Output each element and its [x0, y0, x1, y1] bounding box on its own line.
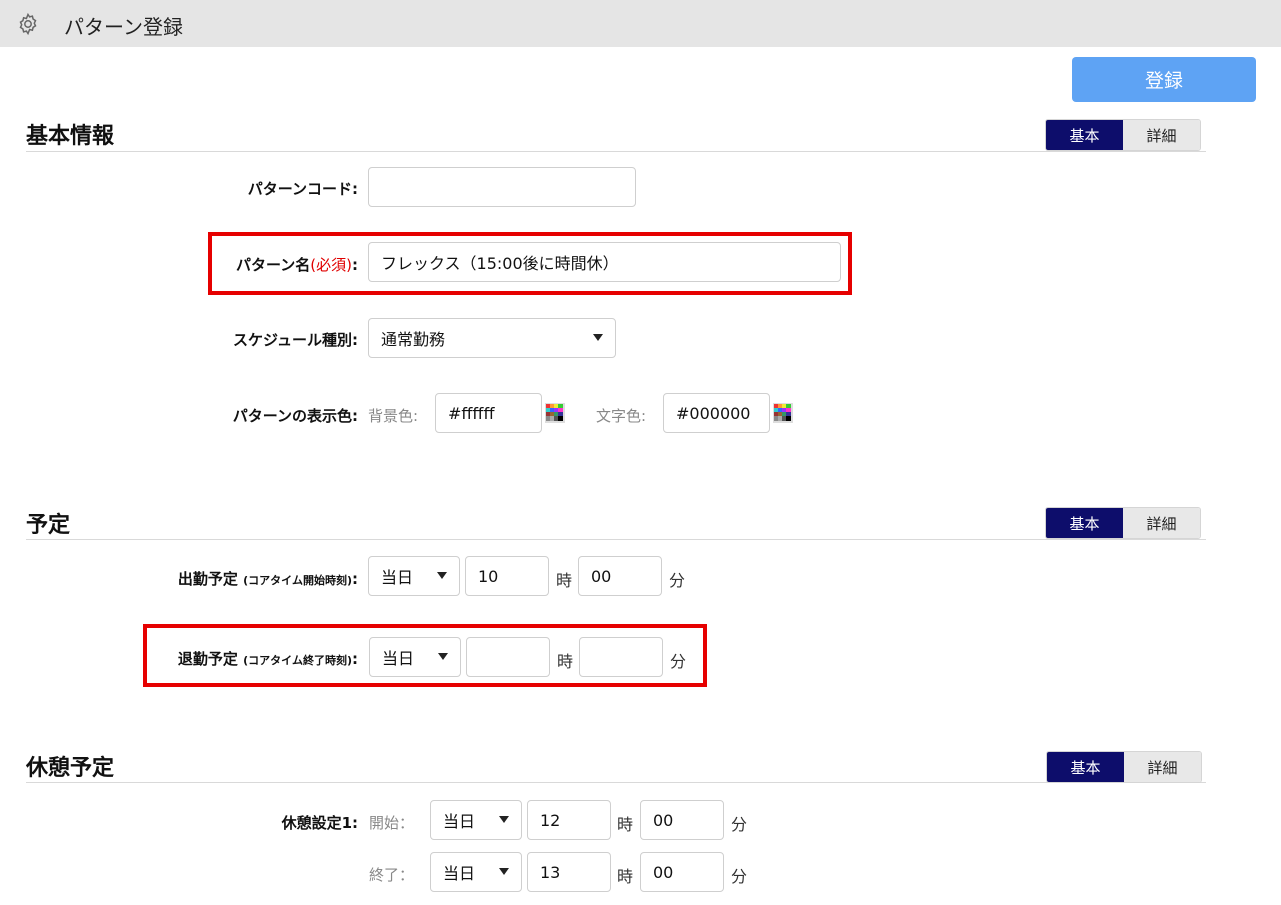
- pattern-code-label: パターンコード:: [247, 180, 358, 198]
- required-mark: (必須): [310, 256, 352, 274]
- clock-in-day-select[interactable]: 当日: [368, 556, 460, 596]
- toggle-detail[interactable]: 詳細: [1124, 752, 1201, 782]
- minute-unit: 分: [731, 867, 748, 886]
- color-palette-icon[interactable]: [545, 403, 565, 423]
- chevron-down-icon: [593, 334, 603, 341]
- break-end-day-select[interactable]: 当日: [430, 852, 522, 892]
- break-end-day-value: 当日: [443, 864, 476, 883]
- section-title-break-schedule: 休憩予定: [26, 756, 115, 781]
- chevron-down-icon: [437, 572, 447, 579]
- bg-color-label: 背景色:: [368, 407, 419, 425]
- minute-unit: 分: [670, 652, 687, 671]
- page-title: パターン登録: [64, 15, 183, 39]
- clock-in-label: 出勤予定 (コアタイム開始時刻):: [178, 568, 358, 589]
- schedule-type-select[interactable]: 通常勤務: [368, 318, 616, 358]
- register-button[interactable]: 登録: [1072, 57, 1256, 102]
- break-start-day-select[interactable]: 当日: [430, 800, 522, 840]
- display-color-label: パターンの表示色:: [232, 407, 358, 425]
- break-start-minute-input[interactable]: 00: [640, 800, 724, 840]
- chevron-down-icon: [499, 816, 509, 823]
- clock-out-note: (コアタイム終了時刻): [243, 654, 352, 667]
- break-setting-1-label: 休憩設定1:: [281, 814, 358, 832]
- chevron-down-icon: [438, 653, 448, 660]
- toggle-basic[interactable]: 基本: [1046, 120, 1123, 150]
- clock-out-label: 退勤予定 (コアタイム終了時刻):: [178, 648, 358, 669]
- toggle-basic[interactable]: 基本: [1046, 508, 1123, 538]
- hour-unit: 時: [557, 652, 574, 671]
- schedule-type-label: スケジュール種別:: [233, 331, 358, 349]
- title-bar: パターン登録: [0, 0, 1281, 47]
- clock-out-label-text: 退勤予定: [177, 650, 238, 668]
- clock-out-hour-input[interactable]: [466, 637, 550, 677]
- color-palette-icon[interactable]: [773, 403, 793, 423]
- divider: [26, 782, 1206, 783]
- pattern-name-label: パターン名(必須):: [236, 254, 358, 275]
- minute-unit: 分: [669, 571, 686, 590]
- break-end-label: 終了：: [369, 866, 415, 884]
- section-title-basic-info: 基本情報: [26, 124, 115, 149]
- clock-out-minute-input[interactable]: [579, 637, 663, 677]
- clock-out-day-value: 当日: [382, 649, 415, 668]
- toggle-basic[interactable]: 基本: [1047, 752, 1124, 782]
- section-title-schedule: 予定: [26, 513, 71, 538]
- text-color-input[interactable]: #000000: [663, 393, 770, 433]
- label-colon: :: [352, 256, 358, 274]
- pattern-name-input[interactable]: フレックス（15:00後に時間休）: [368, 242, 841, 282]
- bg-color-input[interactable]: #ffffff: [435, 393, 542, 433]
- view-toggle-break-schedule: 基本 詳細: [1046, 751, 1202, 783]
- clock-in-label-text: 出勤予定: [177, 570, 238, 588]
- chevron-down-icon: [499, 868, 509, 875]
- hour-unit: 時: [556, 571, 573, 590]
- break-start-label: 開始：: [369, 814, 415, 832]
- label-colon: :: [352, 650, 358, 668]
- toggle-detail[interactable]: 詳細: [1123, 120, 1200, 150]
- break-start-hour-input[interactable]: 12: [527, 800, 611, 840]
- view-toggle-schedule: 基本 詳細: [1045, 507, 1201, 539]
- clock-out-day-select[interactable]: 当日: [369, 637, 461, 677]
- minute-unit: 分: [731, 815, 748, 834]
- hour-unit: 時: [617, 867, 634, 886]
- text-color-label: 文字色:: [596, 407, 647, 425]
- clock-in-note: (コアタイム開始時刻): [243, 574, 352, 587]
- view-toggle-basic-info: 基本 詳細: [1045, 119, 1201, 151]
- clock-in-hour-input[interactable]: 10: [465, 556, 549, 596]
- divider: [26, 151, 1206, 152]
- hour-unit: 時: [617, 815, 634, 834]
- pattern-name-label-text: パターン名: [236, 256, 311, 274]
- label-colon: :: [352, 570, 358, 588]
- divider: [26, 539, 1206, 540]
- schedule-type-value: 通常勤務: [381, 330, 446, 349]
- pattern-code-input[interactable]: [368, 167, 636, 207]
- gear-icon[interactable]: [16, 12, 40, 36]
- toggle-detail[interactable]: 詳細: [1123, 508, 1200, 538]
- break-end-hour-input[interactable]: 13: [527, 852, 611, 892]
- clock-in-day-value: 当日: [381, 568, 414, 587]
- clock-in-minute-input[interactable]: 00: [578, 556, 662, 596]
- break-start-day-value: 当日: [443, 812, 476, 831]
- break-end-minute-input[interactable]: 00: [640, 852, 724, 892]
